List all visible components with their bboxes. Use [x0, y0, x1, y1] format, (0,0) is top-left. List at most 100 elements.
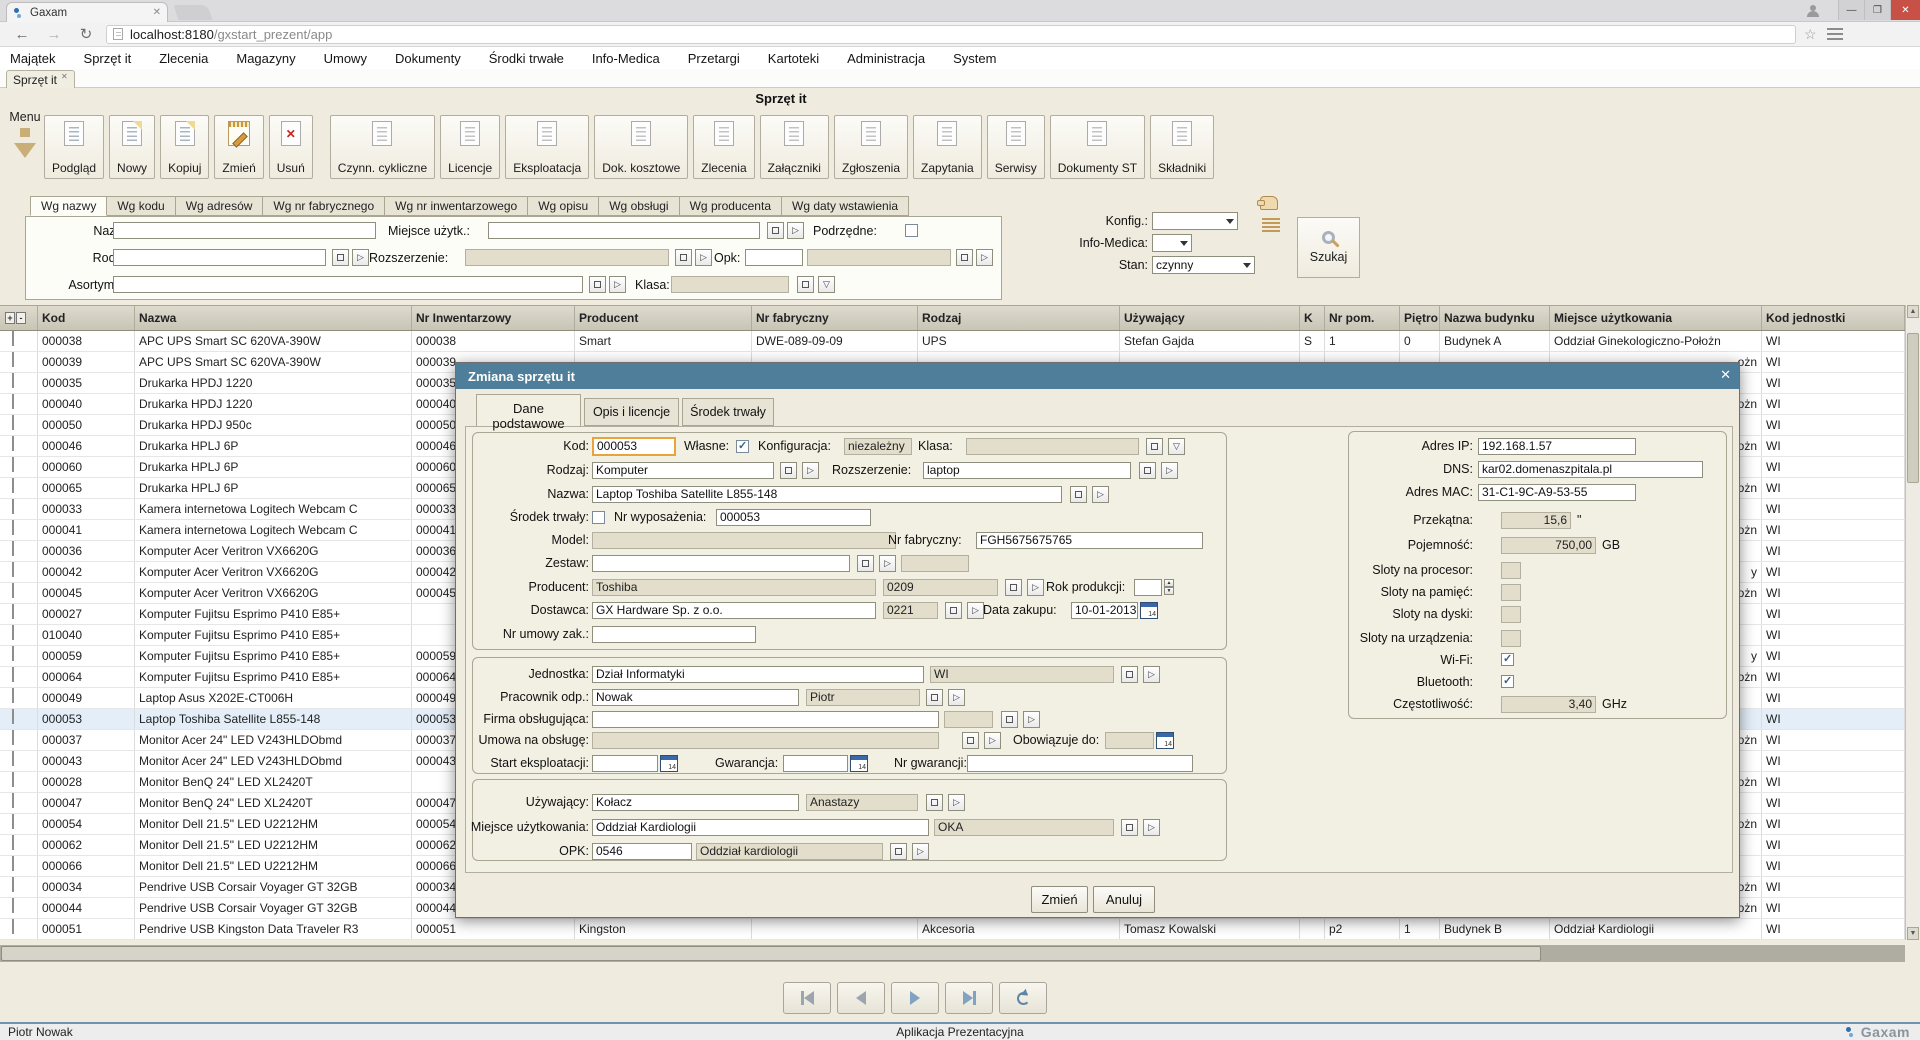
gwarancja-calendar-button[interactable] — [850, 755, 868, 772]
opk-go-button[interactable]: ▷ — [912, 843, 929, 860]
new-tab-button[interactable] — [174, 5, 213, 20]
row-checkbox[interactable] — [12, 793, 14, 808]
cell-sel[interactable] — [0, 835, 38, 855]
row-checkbox[interactable] — [12, 331, 14, 346]
filter-tab-4[interactable]: Wg nr fabrycznego — [263, 196, 385, 216]
rozszerzenie-go-button[interactable]: ▷ — [1161, 462, 1178, 479]
toolbar-button-dokumenty-st[interactable]: Dokumenty ST — [1050, 115, 1145, 179]
wifi-checkbox[interactable] — [1501, 653, 1514, 666]
window-close-button[interactable]: ✕ — [1890, 0, 1920, 20]
scroll-up-arrow[interactable]: ▲ — [1907, 305, 1919, 318]
miejsce-go-button[interactable]: ▷ — [787, 222, 804, 239]
adres-ip-input[interactable]: 192.168.1.57 — [1478, 438, 1636, 455]
cell-sel[interactable] — [0, 919, 38, 939]
cell-sel[interactable] — [0, 772, 38, 792]
uzywajacy-input[interactable]: Kołacz — [592, 794, 799, 811]
rodzaj-lookup-button[interactable] — [332, 249, 349, 266]
menubar-item-3[interactable]: Zlecenia — [159, 51, 208, 66]
row-checkbox[interactable] — [12, 394, 14, 409]
row-checkbox[interactable] — [12, 919, 14, 934]
asortyment-lookup-button[interactable] — [589, 276, 606, 293]
toolbar-button-podgl-d[interactable]: Podgląd — [44, 115, 104, 179]
row-checkbox[interactable] — [12, 541, 14, 556]
column-header-nr_inw[interactable]: Nr Inwentarzowy — [412, 306, 575, 330]
cell-sel[interactable] — [0, 856, 38, 876]
nazwa-filter-input[interactable] — [113, 222, 376, 239]
collapse-all-button[interactable]: - — [16, 312, 26, 324]
prev-page-button[interactable] — [837, 982, 885, 1014]
nr-umowy-input[interactable] — [592, 626, 756, 643]
firma-input[interactable] — [592, 711, 939, 728]
column-header-nr_pom[interactable]: Nr pom. — [1325, 306, 1400, 330]
toolbar-button-zmie-[interactable]: Zmień — [214, 115, 263, 179]
menubar-item-5[interactable]: Umowy — [324, 51, 367, 66]
menubar-item-2[interactable]: Sprzęt it — [84, 51, 132, 66]
row-checkbox[interactable] — [12, 898, 14, 913]
klasa-lookup-button[interactable] — [1146, 438, 1163, 455]
rodzaj-filter-input[interactable] — [113, 249, 326, 266]
row-checkbox[interactable] — [12, 814, 14, 829]
bluetooth-checkbox[interactable] — [1501, 675, 1514, 688]
wlasne-checkbox[interactable] — [736, 440, 749, 453]
uzywajacy-lookup-button[interactable] — [926, 794, 943, 811]
table-row-000038[interactable]: 000038APC UPS Smart SC 620VA-390W000038S… — [0, 331, 1905, 352]
url-input[interactable]: localhost:8180 /gxstart_prezent/app — [106, 25, 1796, 44]
opk-go-button[interactable]: ▷ — [976, 249, 993, 266]
dostawca-input[interactable]: GX Hardware Sp. z o.o. — [592, 602, 876, 619]
rodzaj-lookup-button[interactable] — [780, 462, 797, 479]
toolbar-button-eksploatacja[interactable]: Eksploatacja — [505, 115, 589, 179]
row-checkbox[interactable] — [12, 415, 14, 430]
toolbar-button-dok-kosztowe[interactable]: Dok. kosztowe — [594, 115, 688, 179]
nr-wyposazenia-input[interactable]: 000053 — [716, 509, 871, 526]
cell-sel[interactable] — [0, 562, 38, 582]
dns-input[interactable]: kar02.domenaszpitala.pl — [1478, 461, 1703, 478]
cell-sel[interactable] — [0, 415, 38, 435]
konfig-select[interactable] — [1152, 212, 1238, 230]
vertical-scrollbar[interactable]: ▲ ▼ — [1905, 305, 1920, 940]
cell-sel[interactable] — [0, 373, 38, 393]
miejsce-lookup-button[interactable] — [1121, 819, 1138, 836]
cell-sel[interactable] — [0, 604, 38, 624]
cell-sel[interactable] — [0, 814, 38, 834]
browser-menu-icon[interactable] — [1827, 28, 1843, 40]
toolbar-button-sk-adniki[interactable]: Składniki — [1150, 115, 1214, 179]
cell-sel[interactable] — [0, 646, 38, 666]
umowa-go-button[interactable]: ▷ — [984, 732, 1001, 749]
column-header-miejsce[interactable]: Miejsce użytkowania — [1550, 306, 1762, 330]
kod-input[interactable]: 000053 — [592, 437, 676, 456]
miejsce-uzytkowania-input[interactable]: Oddział Kardiologii — [592, 819, 929, 836]
cell-sel[interactable] — [0, 331, 38, 351]
column-header-kod[interactable]: Kod — [38, 306, 135, 330]
nazwa-go-button[interactable]: ▷ — [1092, 486, 1109, 503]
window-maximize-button[interactable]: ❐ — [1864, 0, 1890, 20]
row-checkbox[interactable] — [12, 751, 14, 766]
first-page-button[interactable] — [783, 982, 831, 1014]
szukaj-button[interactable]: Szukaj — [1297, 217, 1360, 278]
dostawca-lookup-button[interactable] — [945, 602, 962, 619]
cell-sel[interactable] — [0, 667, 38, 687]
profile-icon[interactable] — [1806, 4, 1820, 18]
toolbar-button-usu-[interactable]: ✕Usuń — [269, 115, 313, 179]
cell-sel[interactable] — [0, 478, 38, 498]
toolbar-button-licencje[interactable]: Licencje — [440, 115, 500, 179]
dialog-titlebar[interactable]: Zmiana sprzętu it ✕ — [456, 363, 1739, 389]
firma-lookup-button[interactable] — [1001, 711, 1018, 728]
toolbar-button-kopiuj[interactable]: Kopiuj — [160, 115, 209, 179]
jednostka-lookup-button[interactable] — [1121, 666, 1138, 683]
anuluj-button[interactable]: Anuluj — [1093, 886, 1155, 913]
vertical-scroll-thumb[interactable] — [1907, 333, 1919, 483]
cell-sel[interactable] — [0, 352, 38, 372]
app-tab-close-icon[interactable]: ✕ — [61, 72, 68, 81]
column-header-nazwa[interactable]: Nazwa — [135, 306, 412, 330]
bookmark-star-icon[interactable]: ☆ — [1804, 26, 1817, 43]
reload-icon[interactable]: ↻ — [76, 25, 96, 43]
back-icon[interactable]: ← — [12, 26, 32, 43]
miejsce-uzytk-input[interactable] — [488, 222, 760, 239]
toolbar-button-zlecenia[interactable]: Zlecenia — [693, 115, 754, 179]
zestaw-lookup-button[interactable] — [857, 555, 874, 572]
dialog-tab-1[interactable]: Dane podstawowe — [476, 394, 581, 426]
nazwa-lookup-button[interactable] — [1070, 486, 1087, 503]
rozszerzenie-input[interactable]: laptop — [923, 462, 1131, 479]
data-zakupu-input[interactable]: 10-01-2013 — [1071, 602, 1138, 619]
adres-mac-input[interactable]: 31-C1-9C-A9-53-55 — [1478, 484, 1636, 501]
